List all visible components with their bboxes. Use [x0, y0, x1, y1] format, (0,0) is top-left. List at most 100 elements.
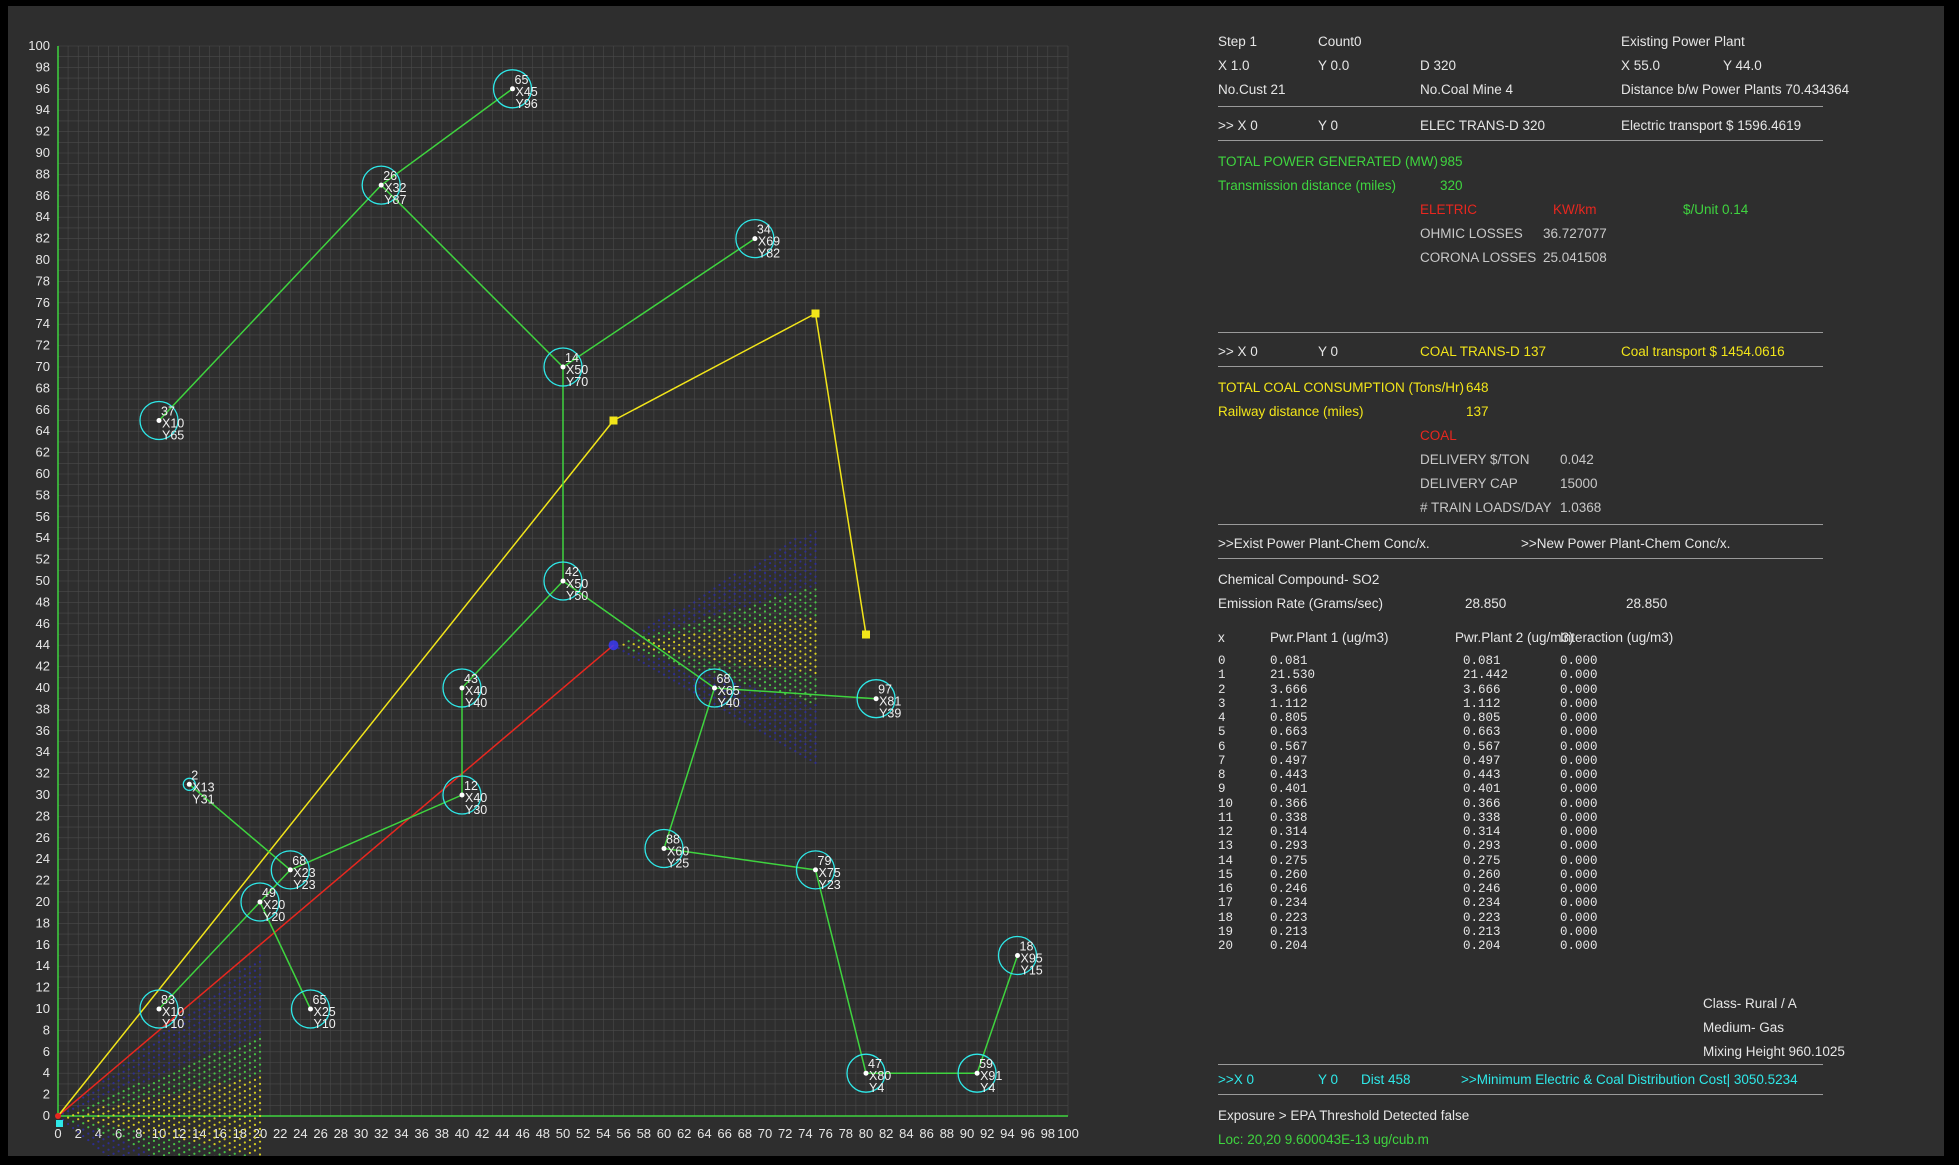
plume-dot: [188, 1090, 191, 1094]
plume-dot: [193, 1107, 196, 1110]
customer-node[interactable]: 59X91Y4: [957, 1053, 1002, 1095]
plume-dot: [258, 1063, 262, 1066]
plume-dot: [132, 1059, 135, 1062]
customer-node[interactable]: 37X10Y65: [139, 400, 184, 443]
plume-dot: [713, 625, 716, 629]
plume-dot: [213, 995, 216, 998]
plume-dot: [799, 605, 802, 608]
x-tick-label: 34: [394, 1126, 408, 1141]
customer-node[interactable]: 79X75Y23: [795, 850, 841, 892]
plume-dot: [137, 1063, 140, 1066]
min-cost-button[interactable]: >>Minimum Electric & Coal Distribution C…: [1461, 1072, 1798, 1087]
plume-dot: [774, 654, 777, 658]
plume-dot: [738, 589, 741, 592]
plume-dot: [173, 1053, 176, 1056]
customer-node[interactable]: 68X23Y23: [270, 850, 316, 892]
plume-dot: [784, 583, 787, 586]
mixing-height-label: Mixing Height 960.1025: [1703, 1044, 1845, 1059]
plume-dot: [799, 714, 802, 717]
customer-node[interactable]: 68X65Y40: [694, 668, 740, 710]
plume-dot: [248, 1055, 251, 1058]
new-plant-chem-button[interactable]: >>New Power Plant-Chem Conc/x.: [1521, 536, 1730, 551]
plume-dot: [662, 641, 666, 644]
plume-dot: [233, 1101, 236, 1104]
site-map-plot[interactable]: 0 2 4 6 8 10 12 14 16 18 20 22 24 26 28 30 32 34 36 38 40 42 4…: [8, 6, 1198, 1156]
customer-node[interactable]: 65X45Y96: [492, 69, 538, 111]
plume-dot: [213, 1130, 216, 1133]
y-tick-label: 22: [36, 873, 50, 888]
plume-dot: [743, 682, 746, 685]
plume-dot: [142, 1118, 145, 1122]
customer-node[interactable]: 65X25Y10: [290, 989, 336, 1031]
plume-dot: [814, 620, 817, 623]
plume-dot: [107, 1110, 110, 1113]
plume-dot: [243, 1115, 246, 1118]
customer-dot: [186, 781, 192, 787]
customer-node[interactable]: 88X60Y25: [644, 828, 689, 871]
plume-dot: [112, 1152, 115, 1155]
new-plant-origin: [55, 1113, 61, 1119]
y-tick-label: 14: [36, 958, 50, 973]
plume-dot: [794, 730, 797, 733]
plume-dot: [768, 735, 772, 738]
plume-dot: [213, 1027, 216, 1030]
plume-dot: [168, 1087, 171, 1090]
plume-dot: [253, 995, 257, 998]
plume-dot: [102, 1131, 105, 1134]
table-cell: 0.275: [1463, 853, 1501, 868]
plume-dot: [768, 619, 772, 622]
table-cell: 9: [1218, 782, 1226, 797]
plume-dot: [233, 1094, 236, 1098]
x-tick-label: 0: [54, 1126, 61, 1141]
plume-dot: [157, 1098, 161, 1102]
customer-node[interactable]: 83X10Y10: [139, 989, 184, 1031]
plume-dot: [87, 1132, 90, 1135]
plume-dot: [183, 1106, 186, 1109]
coal-x: >> X 0: [1218, 344, 1258, 359]
customer-dot: [378, 182, 384, 188]
customer-node[interactable]: 2X13Y31: [182, 768, 215, 806]
plume-dot: [243, 1045, 246, 1048]
customer-node[interactable]: 97X81Y39: [856, 679, 901, 721]
customer-node[interactable]: 34X69Y82: [735, 218, 780, 261]
customer-node[interactable]: 47X80Y4: [846, 1053, 891, 1095]
plume-dot: [147, 1135, 150, 1138]
table-cell: 0.497: [1270, 753, 1308, 768]
plume-dot: [784, 570, 787, 574]
plume-dot: [774, 603, 777, 606]
plume-dot: [698, 662, 701, 665]
exist-plant-chem-button[interactable]: >>Exist Power Plant-Chem Conc/x.: [1218, 536, 1430, 551]
plume-dot: [728, 711, 731, 714]
plume-dot: [758, 729, 762, 732]
plume-dot: [228, 1026, 231, 1029]
plume-dot: [168, 1042, 171, 1045]
customer-node[interactable]: 18X95Y15: [997, 935, 1043, 978]
no-cust: No.Cust 21: [1218, 82, 1286, 97]
plume-dot: [238, 996, 241, 999]
plume-dot: [238, 983, 241, 986]
plume-dot: [804, 755, 807, 759]
plume-dot: [698, 597, 701, 601]
plume-dot: [203, 1064, 206, 1067]
plume-dot: [218, 1127, 221, 1130]
customer-node[interactable]: 43X40Y40: [442, 668, 487, 710]
plume-dot: [213, 1033, 216, 1037]
customer-node[interactable]: 12X40Y30: [442, 775, 487, 817]
plume-dot: [794, 685, 797, 689]
plume-dot: [768, 632, 772, 635]
plume-dot: [127, 1106, 130, 1110]
plume-dot: [779, 567, 782, 571]
plume-dot: [784, 602, 787, 606]
plume-dot: [203, 1154, 206, 1156]
plume-dot: [117, 1118, 120, 1121]
customer-node[interactable]: 49X20Y20: [240, 882, 285, 924]
plume-dot: [688, 630, 691, 633]
plume-dot: [748, 640, 751, 643]
plume-dot: [723, 580, 726, 583]
plume-dot: [794, 711, 797, 714]
plume-dot: [228, 1020, 231, 1023]
customer-node[interactable]: 42X50Y50: [543, 561, 588, 603]
plume-dot: [82, 1096, 85, 1099]
plume-dot: [152, 1081, 156, 1085]
plume-dot: [183, 1067, 186, 1070]
